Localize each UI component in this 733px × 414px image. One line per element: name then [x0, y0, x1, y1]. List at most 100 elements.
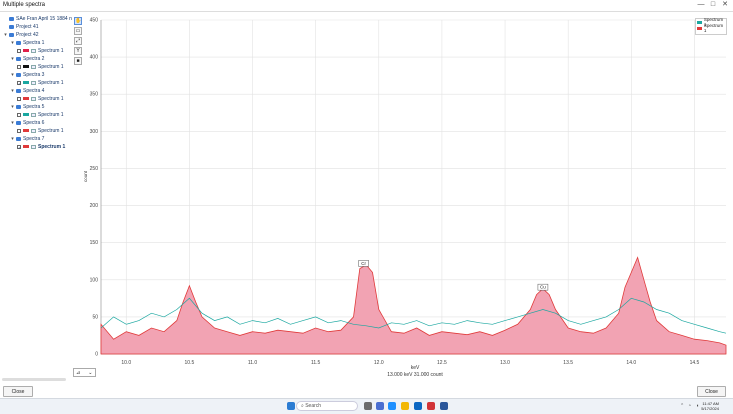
expander-icon[interactable]: ▾ [10, 40, 15, 46]
y-tick-label: 350 [90, 92, 99, 98]
x-tick-label: 13.5 [563, 360, 573, 366]
close-window-button[interactable]: ✕ [720, 1, 730, 9]
y-tick-label: 50 [92, 314, 98, 320]
x-tick-label: 10.5 [185, 360, 195, 366]
task-view-icon[interactable] [364, 402, 372, 410]
close-left-button[interactable]: Close [3, 386, 33, 397]
plot-legend: Spectrum 1 Spectrum 1 [695, 17, 727, 35]
visibility-checkbox[interactable] [17, 96, 21, 101]
chevron-up-icon[interactable]: ⌃ [680, 403, 684, 409]
x-tick-label: 11.0 [248, 360, 258, 366]
tree-spectrum-item[interactable]: Spectrum 1 [17, 111, 64, 118]
tree-item-label: Spectrum 1 [38, 95, 64, 102]
tree-folder-item[interactable]: ▾ Spectra 7 [10, 135, 44, 142]
taskbar-search[interactable]: ⌕ Search [296, 401, 358, 411]
folder-icon [16, 72, 21, 77]
expander-icon[interactable]: ▾ [3, 32, 8, 38]
network-icon[interactable]: ◔ [688, 403, 691, 409]
y-tick-label: 0 [95, 352, 98, 358]
app-icon-red[interactable] [427, 402, 435, 410]
tree-horizontal-scrollbar[interactable] [2, 378, 66, 381]
maximize-button[interactable]: □ [708, 1, 718, 9]
peak-label: Cu [540, 285, 546, 290]
minimize-button[interactable]: — [696, 1, 706, 9]
expander-icon[interactable]: ▾ [10, 56, 15, 62]
spectrum-icon [31, 144, 36, 149]
visibility-checkbox[interactable] [17, 48, 21, 53]
color-swatch[interactable] [23, 49, 29, 52]
expander-icon[interactable]: ▾ [10, 104, 15, 110]
tree-folder-item[interactable]: Project 41 [3, 23, 39, 30]
tree-item-label: Spectra 5 [23, 103, 45, 110]
tree-folder-item[interactable]: ▾ Spectra 3 [10, 71, 44, 78]
legend-swatch-red [697, 26, 702, 30]
chat-icon[interactable] [376, 402, 384, 410]
x-tick-label: 13.0 [500, 360, 510, 366]
y-tick-label: 450 [90, 18, 99, 24]
y-tick-label: 150 [90, 240, 99, 246]
tree-folder-item[interactable]: ▾ Spectra 4 [10, 87, 44, 94]
tree-folder-item[interactable]: ▾ Spectra 2 [10, 55, 44, 62]
expander-icon[interactable]: ▾ [10, 88, 15, 94]
color-swatch[interactable] [23, 65, 29, 68]
visibility-checkbox[interactable]: ✓ [17, 144, 21, 149]
file-explorer-icon[interactable] [401, 402, 409, 410]
zoom-fit-icon[interactable]: ⤢ [74, 37, 82, 45]
zoom-box-icon[interactable]: ▭ [74, 27, 82, 35]
x-tick-label: 10.0 [121, 360, 131, 366]
tree-item-label: Spectra 6 [23, 119, 45, 126]
folder-icon [16, 136, 21, 141]
color-swatch[interactable] [23, 97, 29, 100]
tree-item-label: Project 42 [16, 31, 39, 38]
color-swatch[interactable] [23, 129, 29, 132]
tree-spectrum-item[interactable]: Spectrum 1 [17, 95, 64, 102]
hand-icon[interactable]: ✋ [74, 17, 82, 25]
tree-spectrum-item[interactable]: Spectrum 1 [17, 127, 64, 134]
tree-spectrum-item[interactable]: ✓ Spectrum 1 [17, 143, 65, 150]
tree-folder-item[interactable]: ▾ Project 42 [3, 31, 39, 38]
tree-item-label: Spectra 7 [23, 135, 45, 142]
tree-folder-item[interactable]: SAe Fran April 15 1884 n [3, 15, 72, 22]
close-right-button[interactable]: Close [697, 386, 726, 397]
plot-svg[interactable]: 0 50 100 150 200 250 300 350 400 450 10.0 10.5 11.0 1… [86, 12, 733, 382]
color-swatch[interactable] [23, 81, 29, 84]
tree-folder-item[interactable]: ▾ Spectra 1 [10, 39, 44, 46]
app-icon-blue[interactable] [440, 402, 448, 410]
cursor-readout: 13.000 keV 31.000 count [387, 372, 443, 378]
scale-dropdown[interactable]: ⊿ ⌄ [73, 368, 96, 377]
visibility-checkbox[interactable] [17, 112, 21, 117]
project-tree[interactable]: SAe Fran April 15 1884 n Project 41 ▾ Proje… [0, 12, 72, 379]
tree-folder-item[interactable]: ▾ Spectra 5 [10, 103, 44, 110]
search-placeholder: Search [305, 403, 322, 409]
folder-icon [9, 24, 14, 29]
store-icon[interactable] [414, 402, 422, 410]
tree-item-label: Project 41 [16, 23, 39, 30]
spectrum-icon [31, 96, 36, 101]
volume-icon[interactable]: ◖ [696, 403, 699, 409]
tree-item-label: Spectra 1 [23, 39, 45, 46]
tree-folder-item[interactable]: ▾ Spectra 6 [10, 119, 44, 126]
legend-entry: Spectrum 1 [696, 23, 726, 33]
tree-spectrum-item[interactable]: Spectrum 1 [17, 47, 64, 54]
expander-icon[interactable]: ▾ [10, 72, 15, 78]
chevron-down-icon: ⌄ [88, 369, 93, 376]
color-swatch[interactable] [23, 145, 29, 148]
folder-icon [16, 40, 21, 45]
visibility-checkbox[interactable] [17, 128, 21, 133]
expander-icon[interactable]: ▾ [10, 136, 15, 142]
visibility-checkbox[interactable]: ✓ [17, 80, 21, 85]
tree-item-label: Spectrum 1 [38, 111, 64, 118]
label-icon[interactable]: Y [74, 47, 82, 55]
tree-spectrum-item[interactable]: Spectrum 1 [17, 63, 64, 70]
visibility-checkbox[interactable] [17, 64, 21, 69]
start-icon[interactable] [287, 402, 295, 410]
spectrum-plot[interactable]: 0 50 100 150 200 250 300 350 400 450 10.0 10.5 11.0 1… [86, 12, 733, 382]
expander-icon[interactable]: ▾ [10, 120, 15, 126]
edge-icon[interactable] [388, 402, 396, 410]
folder-icon [16, 56, 21, 61]
y-tick-label: 300 [90, 129, 99, 135]
tree-spectrum-item[interactable]: ✓ Spectrum 1 [17, 79, 64, 86]
taskbar-clock[interactable]: 11:47 AM 5/17/2024 [701, 401, 719, 411]
screenshot-icon[interactable]: ■ [74, 57, 82, 65]
color-swatch[interactable] [23, 113, 29, 116]
